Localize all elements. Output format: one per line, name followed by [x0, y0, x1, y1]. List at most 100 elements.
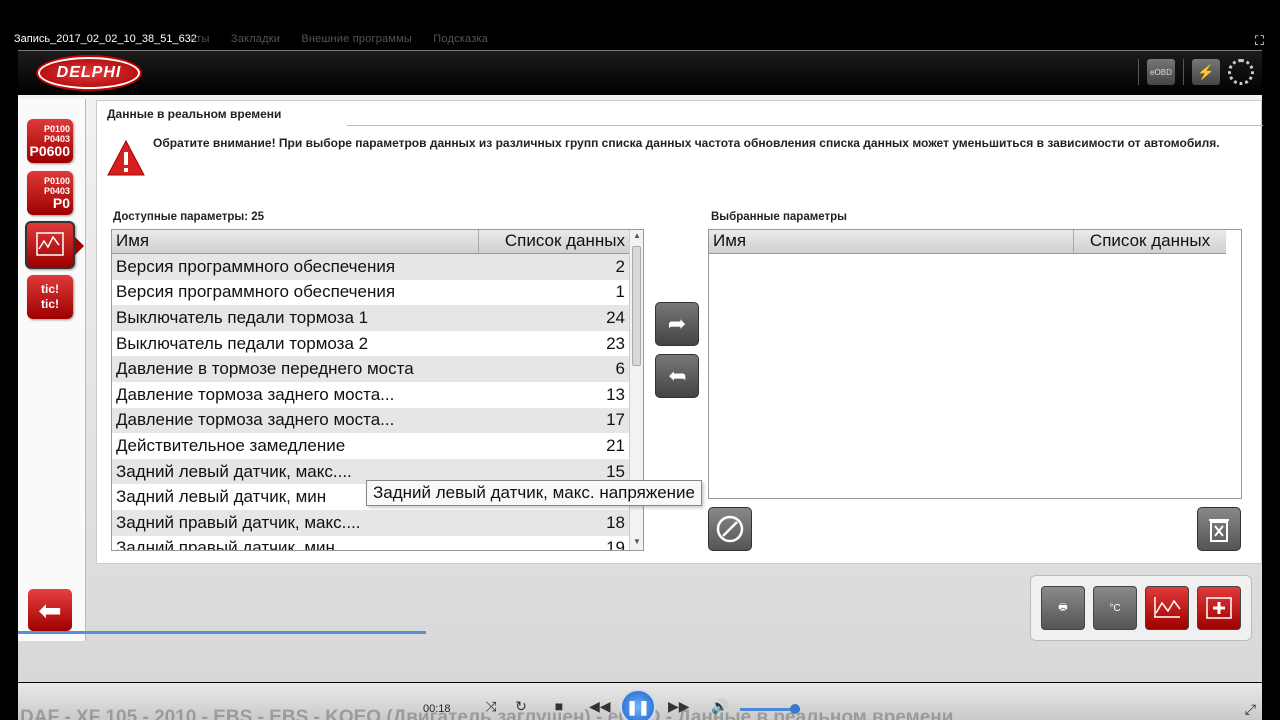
param-name: Выключатель педали тормоза 1: [116, 307, 369, 327]
gauge-icon: [716, 515, 744, 543]
header-icons: eOBD ⚡: [1138, 59, 1254, 85]
scroll-down-icon[interactable]: ▼: [630, 537, 643, 549]
ghost-menu-item: Закладки: [230, 33, 281, 45]
param-name: Задний правый датчик, мин: [116, 538, 335, 551]
units-icon: °C: [1109, 602, 1121, 614]
selected-params-label: Выбранные параметры: [711, 211, 847, 223]
column-header-name[interactable]: Имя: [709, 230, 1074, 253]
remove-param-button[interactable]: ➦: [655, 354, 699, 398]
sidebar-item-actuator-test[interactable]: tic! tic!: [27, 275, 73, 319]
dtc-code-label: P0403: [43, 185, 70, 196]
expand-icon[interactable]: ⤢: [1245, 701, 1256, 718]
param-name: Версия программного обеспечения: [116, 256, 396, 276]
param-name: Давление в тормозе переднего моста: [116, 359, 414, 379]
selected-params-list[interactable]: Имя Список данных: [708, 229, 1242, 499]
table-row[interactable]: Задний правый датчик, макс.... 18: [112, 509, 629, 536]
connection-icon[interactable]: ⚡: [1192, 59, 1220, 85]
scroll-up-icon[interactable]: ▲: [630, 231, 643, 243]
volume-icon[interactable]: 🔊: [710, 698, 730, 718]
fullscreen-icon[interactable]: ⛶: [1255, 33, 1264, 49]
left-sidebar: P0100 P0403 P0600 P0100 P0403 P0 tic! ti…: [18, 99, 86, 641]
tic-label: tic!: [41, 282, 59, 296]
header-separator: [1183, 59, 1184, 85]
column-header-list[interactable]: Список данных: [479, 230, 629, 253]
dtc-code-label: P0100: [43, 123, 70, 134]
table-row[interactable]: Действительное замедление 21: [112, 433, 629, 459]
param-list: 23: [606, 333, 625, 353]
print-button[interactable]: 🖶: [1041, 586, 1085, 630]
list-header: Имя Список данных: [112, 230, 629, 254]
repeat-icon[interactable]: ↻: [511, 698, 531, 718]
warning-icon: [107, 139, 145, 176]
table-row[interactable]: Версия программного обеспечения 1: [112, 280, 629, 306]
trash-icon: [1209, 519, 1229, 542]
units-button[interactable]: °C: [1093, 586, 1137, 630]
param-list: 18: [606, 512, 625, 532]
arrow-left-icon: ⬅: [38, 594, 62, 626]
dtc-code-label: P0100: [43, 175, 70, 186]
graph-button[interactable]: [1145, 586, 1189, 630]
rewind-icon[interactable]: ◀◀: [589, 698, 611, 718]
ghost-menu: нты Закладки Внешние программы Подсказка: [190, 33, 506, 45]
param-name: Версия программного обеспечения: [116, 282, 396, 302]
column-header-list[interactable]: Список данных: [1074, 230, 1226, 253]
eobd-button[interactable]: eOBD: [1147, 59, 1175, 85]
recorder-title-bar: Запись_2017_02_02_10_38_51_632 нты Закла…: [0, 30, 1280, 50]
clear-selection-button[interactable]: [1197, 507, 1241, 551]
sidebar-item-clear-codes[interactable]: P0100 P0403 P0: [27, 171, 73, 215]
param-name: Давление тормоза заднего моста...: [116, 384, 395, 404]
sidebar-item-fault-codes[interactable]: P0100 P0403 P0600: [27, 119, 73, 163]
sidebar-item-live-data[interactable]: [25, 221, 84, 269]
panel-title: Данные в реальном времени: [97, 101, 347, 125]
available-params-label: Доступные параметры: 25: [113, 211, 265, 223]
fast-forward-icon[interactable]: ▶▶: [668, 698, 690, 718]
pause-icon: ❚❚: [626, 698, 650, 715]
logo-text: DELPHI: [56, 64, 122, 81]
printer-icon: 🖶: [1058, 601, 1068, 613]
param-name: Давление тормоза заднего моста...: [116, 410, 395, 430]
dtc-code-label: P0403: [43, 133, 70, 144]
param-list: 6: [615, 359, 625, 379]
add-graph-button[interactable]: [1197, 586, 1241, 630]
param-name: Выключатель педали тормоза 2: [116, 333, 369, 353]
param-list: 21: [606, 435, 625, 455]
start-recording-button[interactable]: [708, 507, 752, 551]
dtc-code-label: P0600: [29, 142, 70, 159]
table-row[interactable]: Задний правый датчик, мин 19: [112, 536, 629, 551]
plus-grid-icon: [1206, 597, 1232, 619]
shuffle-icon[interactable]: ⤨: [481, 698, 501, 718]
arrow-left-icon: ➦: [667, 363, 687, 388]
app-header: DELPHI eOBD ⚡: [18, 51, 1262, 95]
volume-knob[interactable]: [790, 704, 800, 714]
loading-icon: [1228, 59, 1254, 85]
table-row[interactable]: Давление тормоза заднего моста... 17: [112, 407, 629, 434]
panel-divider: [347, 125, 1263, 126]
table-row[interactable]: Выключатель педали тормоза 1 24: [112, 305, 629, 331]
scroll-thumb[interactable]: [632, 246, 641, 366]
live-data-panel: Данные в реальном времени Обратите внима…: [96, 100, 1263, 564]
table-row[interactable]: Давление тормоза заднего моста... 13: [112, 382, 629, 408]
param-list: 2: [615, 256, 625, 276]
delphi-logo: DELPHI: [38, 57, 140, 89]
header-separator: [1138, 59, 1139, 85]
warning-message: Обратите внимание! При выборе параметров…: [153, 136, 1220, 150]
ghost-menu-item: нты: [190, 33, 210, 45]
param-list: 24: [606, 307, 625, 327]
table-row[interactable]: Версия программного обеспечения 2: [112, 254, 629, 280]
back-button[interactable]: ⬅: [28, 589, 72, 631]
graph-icon: [1154, 597, 1181, 618]
dtc-code-label: P0: [52, 194, 70, 211]
stop-icon[interactable]: ■: [549, 698, 569, 718]
add-param-button[interactable]: ➦: [655, 302, 699, 346]
pause-button[interactable]: ❚❚: [620, 689, 656, 720]
app-window: DELPHI eOBD ⚡ P0100 P0403 P0600 P0100 P0…: [18, 50, 1263, 720]
param-list: 1: [615, 282, 625, 302]
table-row[interactable]: Давление в тормозе переднего моста 6: [112, 356, 629, 382]
table-row[interactable]: Выключатель педали тормоза 2 23: [112, 331, 629, 357]
list-header: Имя Список данных: [709, 230, 1226, 254]
column-header-name[interactable]: Имя: [112, 230, 479, 253]
live-data-icon: [36, 232, 64, 256]
tic-label: tic!: [41, 297, 59, 311]
playback-time: 00:18: [423, 703, 451, 715]
param-list: 15: [606, 461, 625, 481]
